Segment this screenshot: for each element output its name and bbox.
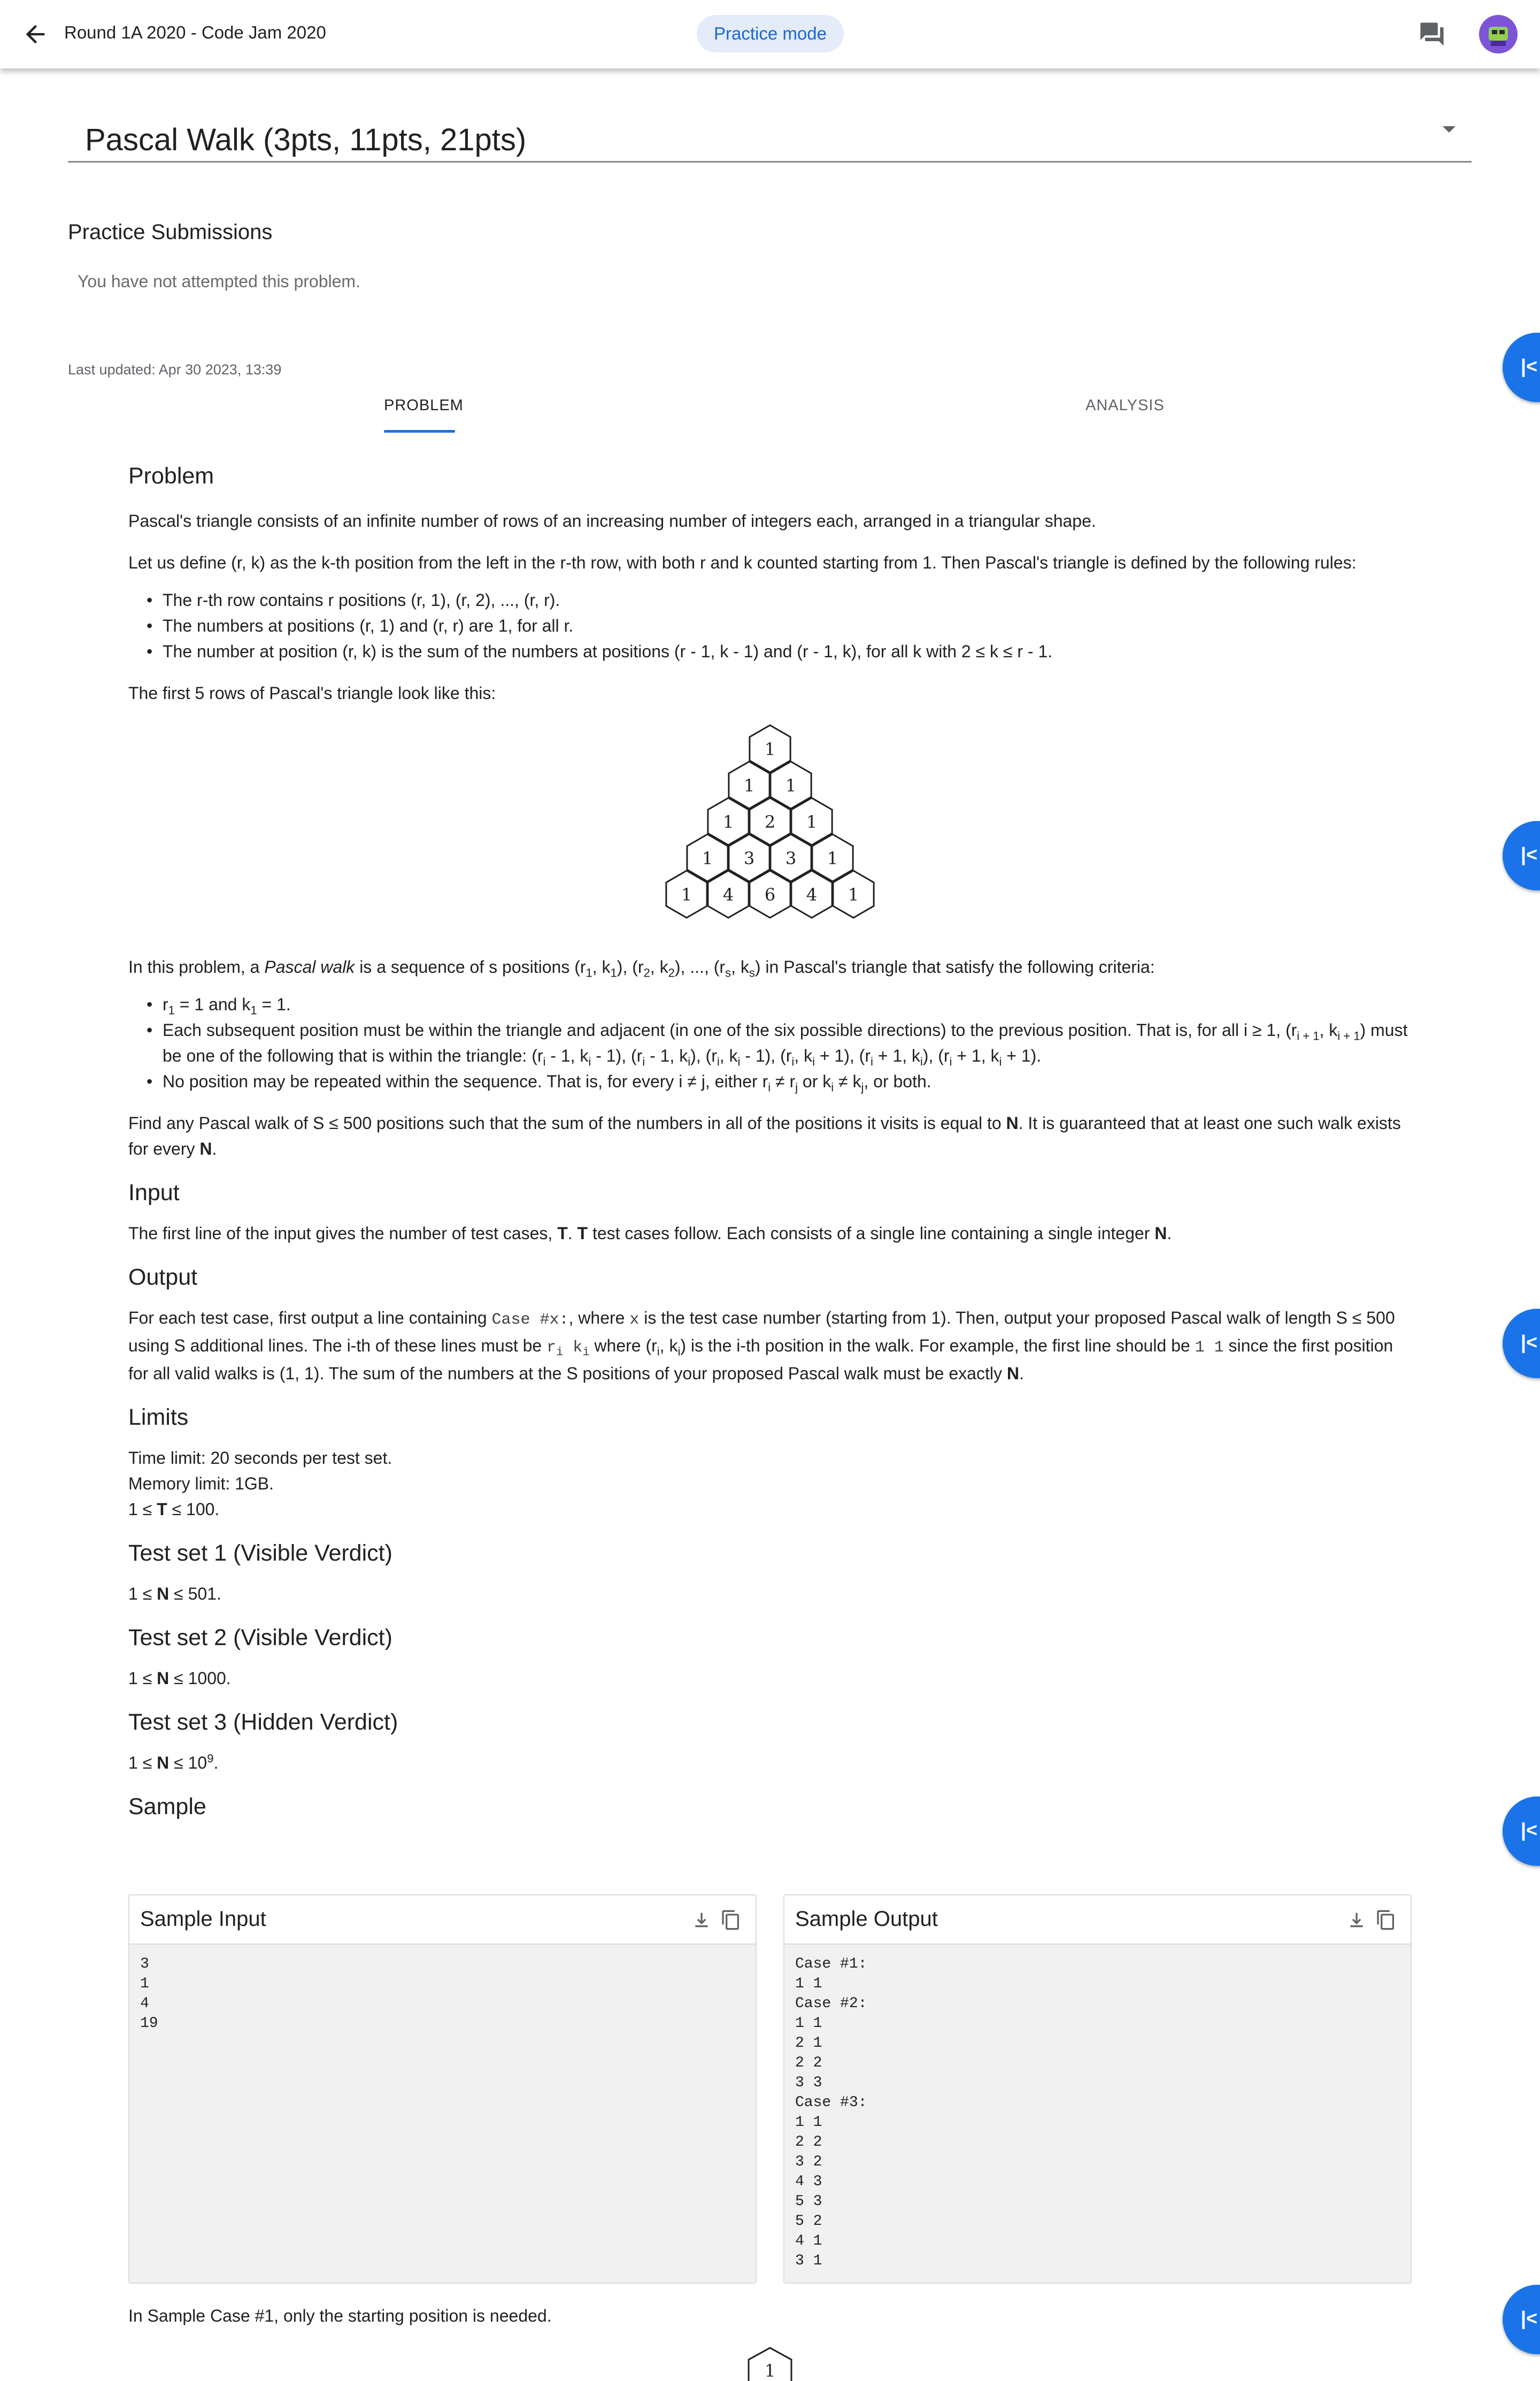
find-text: Find any Pascal walk of S ≤ 500 position…	[128, 1113, 1002, 1133]
avatar[interactable]	[1479, 15, 1518, 53]
hex-value: 1	[786, 775, 796, 796]
scoreboard-toggle-button[interactable]: |<	[1503, 2285, 1540, 2354]
bottom-hex-figure: 1	[748, 2347, 792, 2381]
sample-output-box: Sample Output Case #1: 1 1 Case #2: 1 1 …	[783, 1894, 1412, 2284]
practice-mode-chip[interactable]: Practice mode	[697, 15, 844, 52]
hex-value: 1	[681, 885, 692, 905]
hex-value: 3	[786, 848, 796, 869]
hex-value: 1	[806, 812, 817, 832]
list-item: The numbers at positions (r, 1) and (r, …	[147, 613, 1412, 639]
collapse-left-icon: |<	[1521, 355, 1538, 377]
list-item: The r-th row contains r positions (r, 1)…	[147, 587, 1412, 613]
list-item: Each subsequent position must be within …	[147, 1017, 1412, 1069]
tab-indicator	[384, 430, 455, 433]
tab-analysis[interactable]: ANALYSIS	[1085, 397, 1165, 414]
round-title: Round 1A 2020 - Code Jam 2020	[64, 22, 326, 42]
intro-paragraph: Pascal's triangle consists of an infinit…	[128, 511, 1096, 531]
list-item: No position may be repeated within the s…	[147, 1069, 1412, 1094]
section-heading-limits: Limits	[128, 1404, 189, 1430]
t-limit: 1 ≤ T ≤ 100.	[128, 1500, 220, 1519]
rules-list: The r-th row contains r positions (r, 1)…	[147, 587, 1412, 664]
submissions-empty-text: You have not attempted this problem.	[78, 272, 360, 291]
list-item: r1 = 1 and k1 = 1.	[147, 992, 1412, 1017]
hex-value: 3	[744, 848, 754, 869]
sample-input-header: Sample Input	[129, 1895, 756, 1945]
sample-output-header: Sample Output	[784, 1895, 1411, 1945]
dropdown-caret-icon	[1443, 126, 1456, 133]
test-set-3-limit: 1 ≤ N ≤ 109.	[128, 1752, 219, 1772]
pascal-triangle-svg: 11 11 2 11 3 3 11 4 6 4 1	[665, 724, 875, 919]
section-heading-input: Input	[128, 1180, 180, 1205]
scoreboard-toggle-button[interactable]: |<	[1503, 1309, 1540, 1378]
hex-value: 2	[765, 812, 775, 832]
scoreboard-toggle-button[interactable]: |<	[1503, 1796, 1540, 1866]
section-heading-sample: Sample	[128, 1794, 206, 1819]
submissions-title: Practice Submissions	[68, 220, 273, 244]
problem-title: Pascal Walk (3pts, 11pts, 21pts)	[85, 122, 527, 157]
hex-value: 1	[765, 739, 775, 759]
sample-output-title: Sample Output	[795, 1907, 938, 1931]
section-heading-output: Output	[128, 1264, 198, 1290]
last-updated: Last updated: Apr 30 2023, 13:39	[68, 362, 282, 378]
find-paragraph: Find any Pascal walk of S ≤ 500 position…	[128, 1113, 1401, 1158]
download-icon[interactable]	[1346, 1908, 1367, 1932]
tab-problem[interactable]: PROBLEM	[384, 397, 464, 414]
section-heading-problem: Problem	[128, 463, 214, 489]
hex-value: 1	[744, 775, 754, 796]
collapse-left-icon: |<	[1521, 1331, 1538, 1353]
pascal-triangle-figure: 111121133114641	[128, 724, 1412, 938]
avatar-icon	[1479, 15, 1518, 53]
first5-paragraph: The first 5 rows of Pascal's triangle lo…	[128, 683, 496, 703]
test-set-1-limit: 1 ≤ N ≤ 501.	[128, 1584, 221, 1603]
hex-value: 6	[765, 885, 775, 905]
list-item: The number at position (r, k) is the sum…	[147, 639, 1412, 664]
hex-value: 1	[848, 885, 859, 905]
time-limit: Time limit: 20 seconds per test set.	[128, 1448, 392, 1468]
input-paragraph: The first line of the input gives the nu…	[128, 1224, 1172, 1243]
hex-value: 1	[723, 812, 734, 832]
sample-input-content[interactable]: 3 1 4 19	[129, 1945, 756, 2043]
copy-icon[interactable]	[720, 1908, 742, 1932]
output-paragraph: For each test case, first output a line …	[128, 1308, 1395, 1383]
test-set-2-limit: 1 ≤ N ≤ 1000.	[128, 1669, 231, 1688]
top-app-bar: Round 1A 2020 - Code Jam 2020 Practice m…	[0, 0, 1540, 68]
sample-note: In Sample Case #1, only the starting pos…	[128, 2306, 552, 2325]
section-heading-test-set-1: Test set 1 (Visible Verdict)	[128, 1540, 392, 1566]
section-heading-test-set-2: Test set 2 (Visible Verdict)	[128, 1625, 392, 1650]
hex-value: 4	[723, 885, 734, 905]
sample-input-box: Sample Input 3 1 4 19	[128, 1894, 757, 2284]
copy-icon[interactable]	[1375, 1908, 1397, 1932]
collapse-left-icon: |<	[1521, 843, 1538, 865]
hex-value: 1	[765, 2361, 775, 2381]
collapse-left-icon: |<	[1521, 2307, 1538, 2329]
collapse-left-icon: |<	[1521, 1819, 1538, 1841]
walk-definition: In this problem, a Pascal walk is a sequ…	[128, 957, 1155, 980]
hex-value: 1	[702, 848, 713, 869]
section-heading-test-set-3: Test set 3 (Hidden Verdict)	[128, 1709, 398, 1735]
sample-output-content[interactable]: Case #1: 1 1 Case #2: 1 1 2 1 2 2 3 3 Ca…	[784, 1945, 1411, 2280]
scoreboard-toggle-button[interactable]: |<	[1503, 333, 1540, 402]
back-arrow-icon[interactable]	[21, 20, 49, 48]
problem-selector[interactable]: Pascal Walk (3pts, 11pts, 21pts)	[68, 107, 1472, 163]
download-icon[interactable]	[691, 1908, 712, 1932]
memory-limit: Memory limit: 1GB.	[128, 1474, 274, 1493]
sample-input-title: Sample Input	[140, 1907, 266, 1931]
define-paragraph: Let us define (r, k) as the k-th positio…	[128, 553, 1357, 572]
hex-value: 1	[827, 848, 838, 869]
problem-statement: Problem Pascal's triangle consists of an…	[128, 460, 1412, 1823]
scoreboard-toggle-button[interactable]: |<	[1503, 821, 1540, 890]
chat-icon[interactable]	[1418, 20, 1446, 48]
criteria-list: r1 = 1 and k1 = 1. Each subsequent posit…	[147, 992, 1412, 1094]
hex-value: 4	[806, 885, 817, 905]
